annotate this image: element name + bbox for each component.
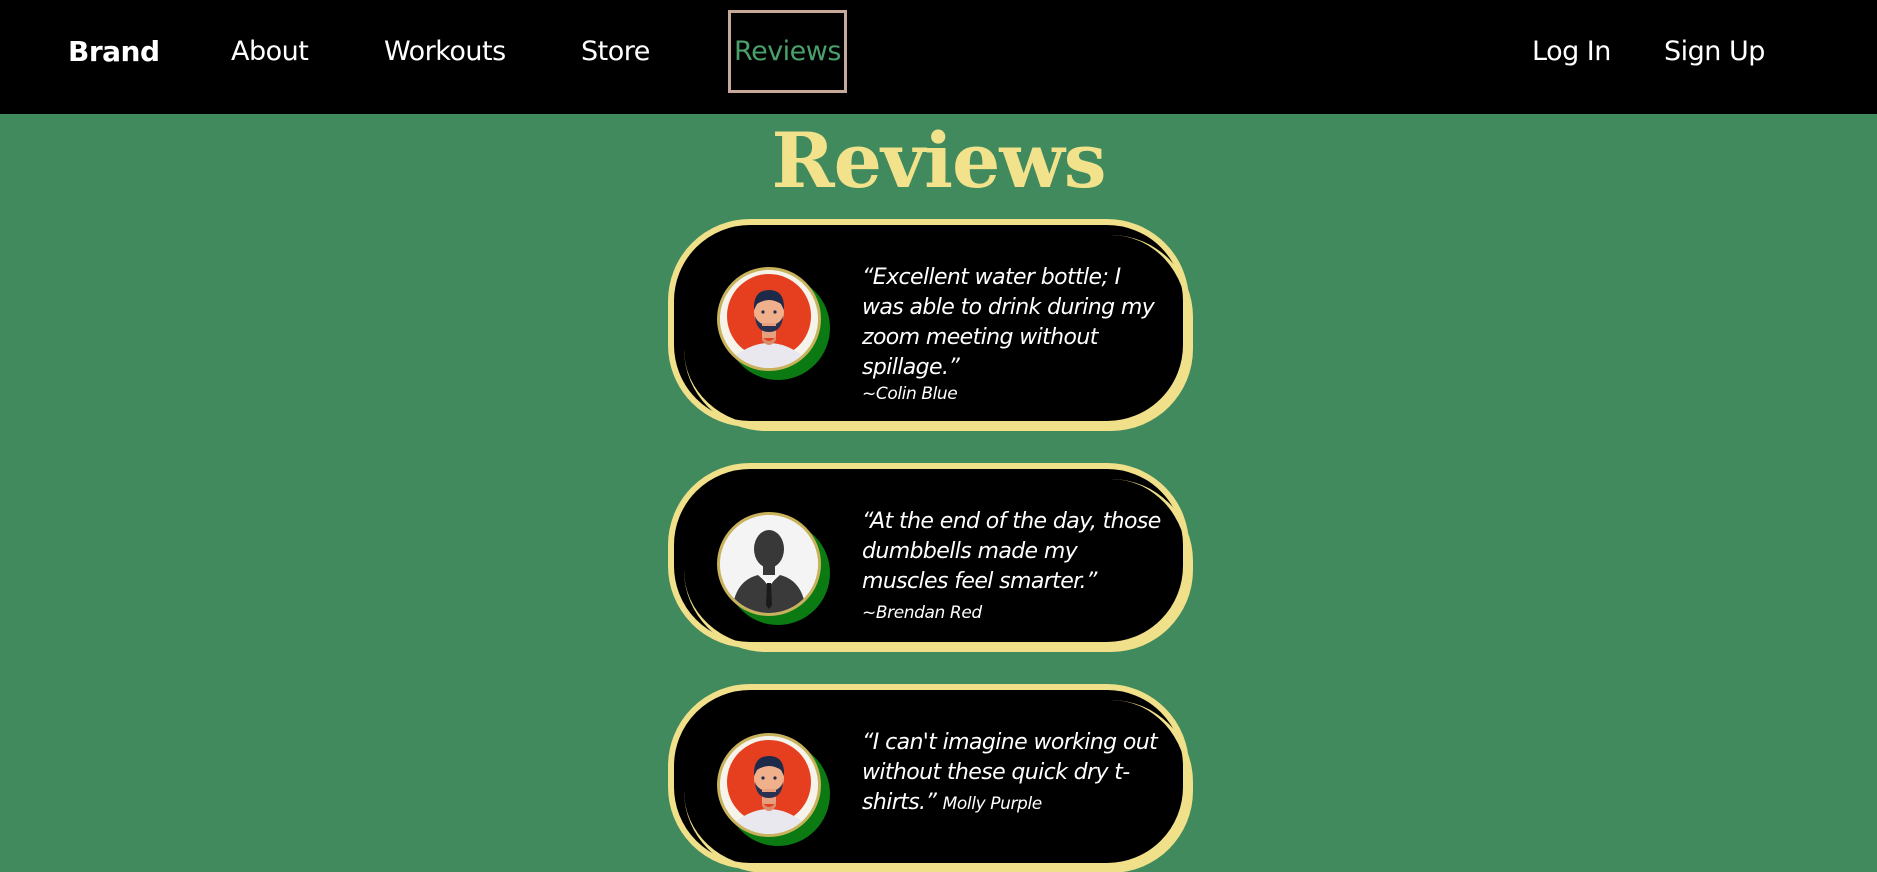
- review-quote: “Excellent water bottle; I was able to d…: [862, 265, 1155, 380]
- man-avatar-icon: [717, 733, 821, 837]
- review-author: ~Colin Blue: [862, 384, 958, 404]
- avatar: [717, 512, 830, 625]
- man-avatar-icon: [717, 267, 821, 371]
- silhouette-avatar-icon: [717, 512, 821, 616]
- page-title: Reviews: [771, 116, 1106, 205]
- review-author: Molly Purple: [942, 794, 1043, 814]
- nav-about[interactable]: About: [231, 0, 309, 104]
- review-quote: “At the end of the day, those dumbbells …: [862, 509, 1161, 594]
- nav-login[interactable]: Log In: [1532, 0, 1611, 104]
- navbar: Brand About Workouts Store Reviews Log I…: [0, 0, 1877, 114]
- nav-workouts[interactable]: Workouts: [384, 0, 506, 104]
- nav-signup[interactable]: Sign Up: [1664, 0, 1765, 104]
- nav-brand[interactable]: Brand: [68, 0, 160, 104]
- review-author: ~Brendan Red: [862, 603, 982, 623]
- review-card: “Excellent water bottle; I was able to d…: [668, 219, 1193, 431]
- nav-store[interactable]: Store: [581, 0, 650, 104]
- avatar: [717, 267, 830, 380]
- avatar: [717, 733, 830, 846]
- nav-reviews[interactable]: Reviews: [728, 10, 847, 93]
- review-card: “At the end of the day, those dumbbells …: [668, 463, 1193, 652]
- review-card: “I can't imagine working out without the…: [668, 684, 1193, 872]
